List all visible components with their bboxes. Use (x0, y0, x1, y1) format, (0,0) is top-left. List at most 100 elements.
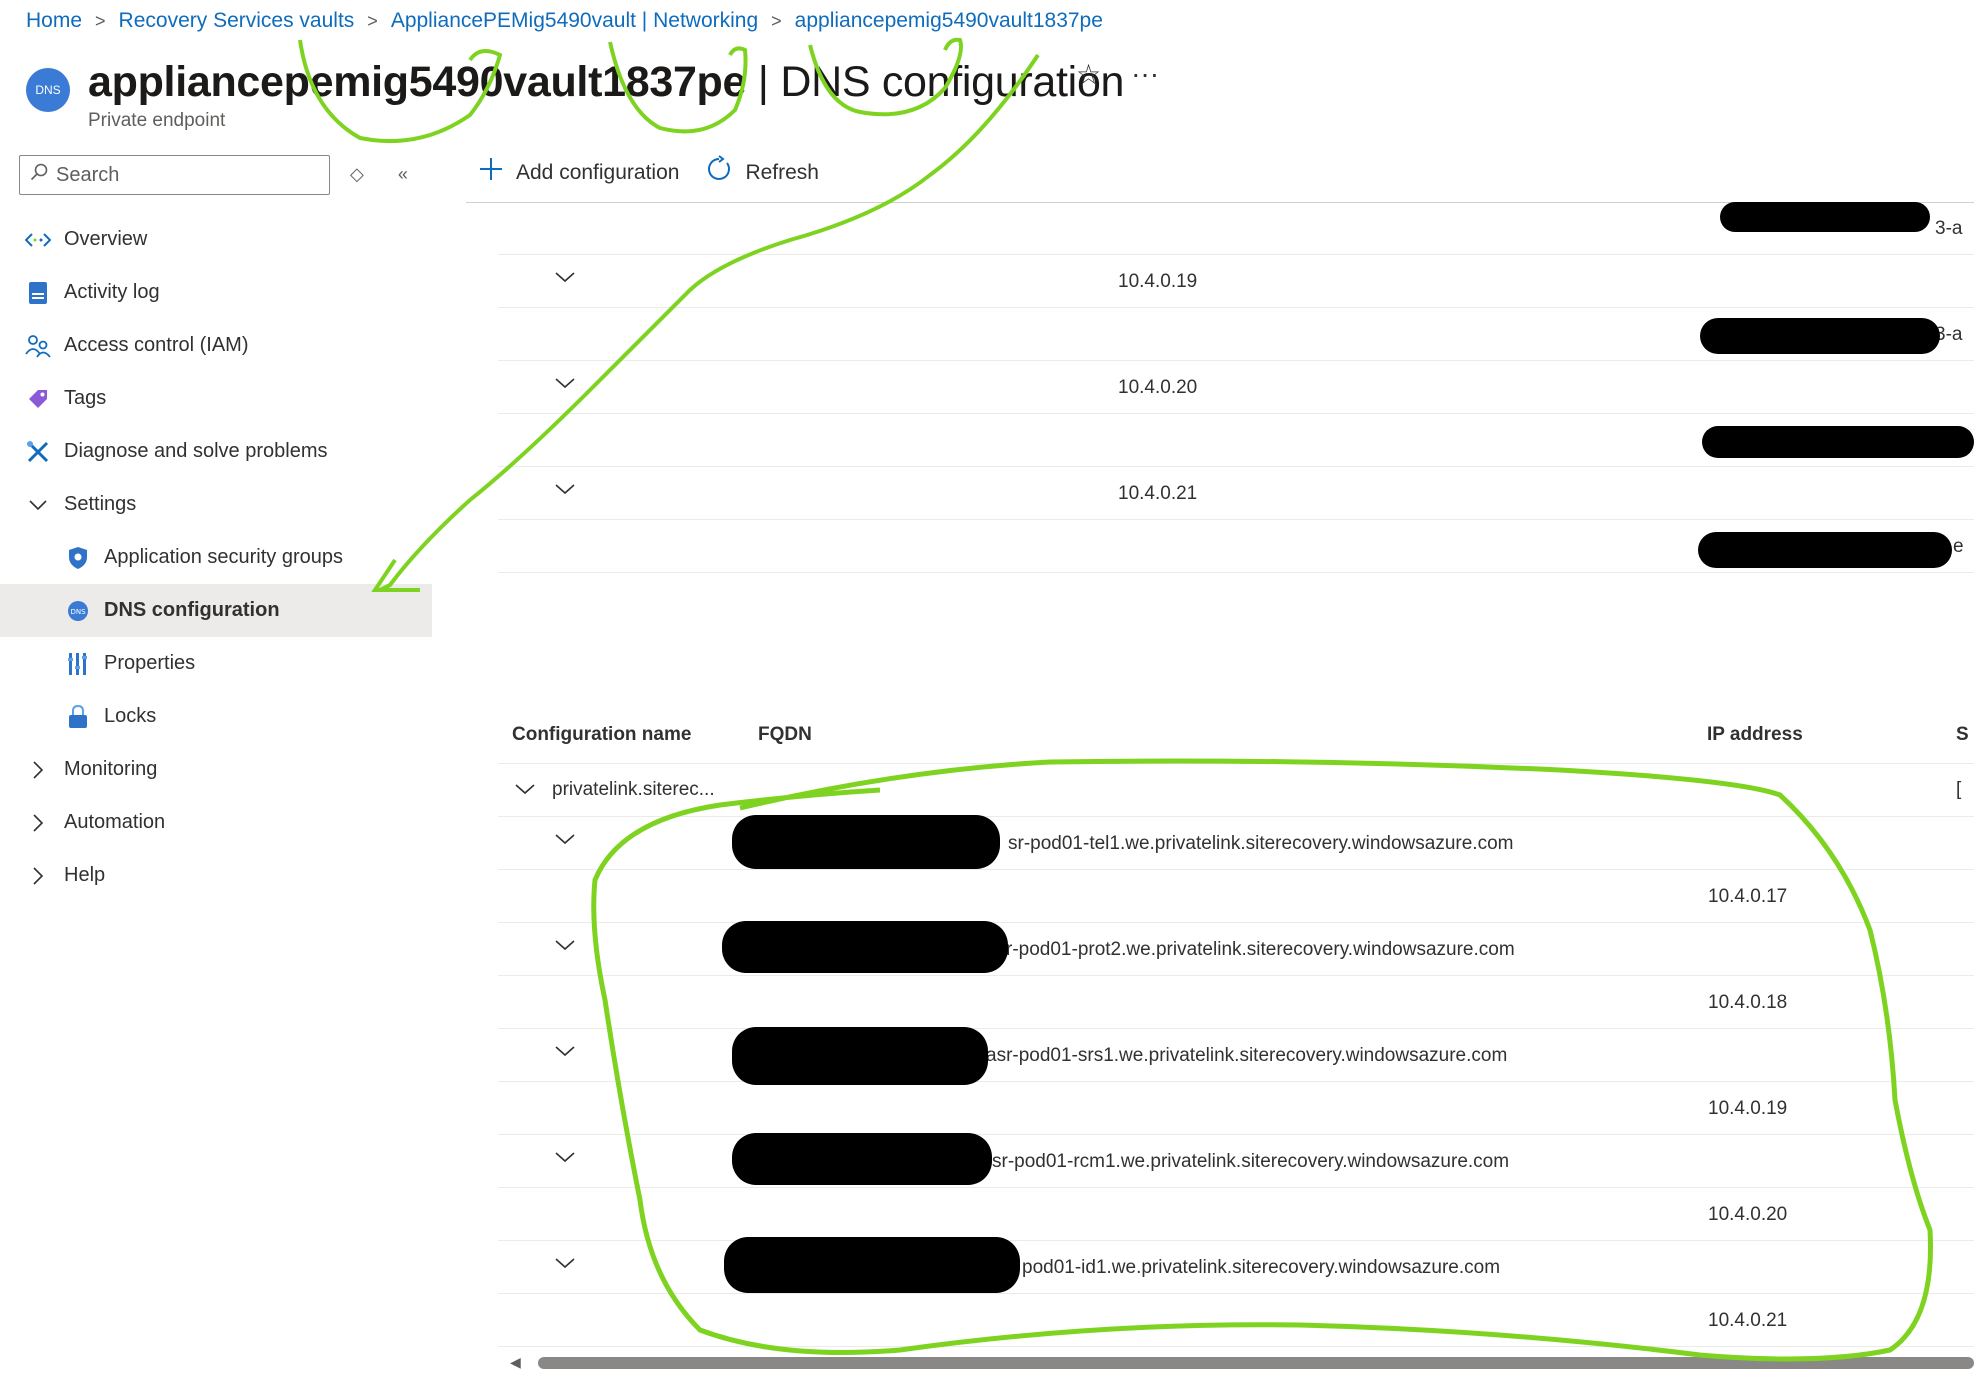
scrollbar-thumb[interactable] (538, 1357, 1974, 1369)
ip-address-cell: 10.4.0.21 (1708, 1310, 1788, 1331)
sort-icon[interactable]: ◇ (350, 164, 364, 185)
scroll-left-icon[interactable]: ◀ (510, 1354, 521, 1371)
sidebar-item-iam[interactable]: Access control (IAM) (0, 319, 432, 372)
table-row: 3-a (498, 308, 1974, 361)
redaction (1720, 202, 1930, 232)
table-row: e (498, 520, 1974, 573)
command-bar: Add configuration Refresh (478, 155, 845, 191)
dns-icon: DNS (64, 597, 92, 625)
sidebar-item-properties[interactable]: Properties (0, 637, 432, 690)
chevron-right-icon: > (771, 10, 782, 31)
ip-address-cell: 10.4.0.19 (1118, 271, 1198, 292)
column-header-cut[interactable]: S (1956, 724, 1969, 746)
sidebar-item-app-security-groups[interactable]: Application security groups (0, 531, 432, 584)
fqdn-cell: sr-pod01-tel1.we.privatelink.siterecover… (1008, 833, 1514, 854)
sidebar-search[interactable] (19, 155, 330, 195)
dns-icon: DNS (26, 68, 70, 112)
horizontal-scrollbar[interactable]: ◀ (510, 1354, 1974, 1370)
refresh-button[interactable]: Refresh (705, 155, 819, 191)
sidebar-item-dns-configuration[interactable]: DNS DNS configuration (0, 584, 432, 637)
breadcrumb-home[interactable]: Home (26, 9, 82, 33)
chevron-right-icon (24, 760, 52, 780)
sidebar-item-label: Access control (IAM) (64, 334, 249, 356)
ip-address-cell: 10.4.0.20 (1118, 377, 1198, 398)
dns-grid-bottom: Configuration name FQDN IP address S pri… (498, 710, 1974, 1347)
sidebar-item-help[interactable]: Help (0, 849, 432, 902)
breadcrumb-vault-networking[interactable]: AppliancePEMig5490vault | Networking (391, 9, 758, 33)
sidebar-item-label: Locks (104, 705, 157, 727)
search-input[interactable] (56, 163, 296, 187)
redaction (732, 1027, 988, 1085)
overview-icon (24, 226, 52, 254)
sidebar-item-locks[interactable]: Locks (0, 690, 432, 743)
sidebar-item-label: Diagnose and solve problems (64, 440, 328, 462)
chevron-down-icon[interactable] (514, 779, 536, 801)
iam-icon (24, 332, 52, 360)
ip-address-cell: 10.4.0.19 (1708, 1098, 1788, 1119)
partial-cell: 3-a (1935, 218, 1963, 239)
sidebar-item-automation[interactable]: Automation (0, 796, 432, 849)
column-header-fqdn[interactable]: FQDN (758, 724, 812, 746)
chevron-down-icon[interactable] (554, 1256, 576, 1274)
chevron-down-icon[interactable] (554, 270, 576, 288)
table-row (498, 414, 1974, 467)
redaction (722, 921, 1008, 973)
table-row: 10.4.0.18 (498, 976, 1974, 1029)
sidebar-item-monitoring[interactable]: Monitoring (0, 743, 432, 796)
ip-address-cell: 10.4.0.20 (1708, 1204, 1788, 1225)
chevron-down-icon[interactable] (554, 832, 576, 850)
sidebar-item-label: Settings (64, 493, 137, 515)
add-configuration-button[interactable]: Add configuration (478, 156, 679, 190)
column-header-ip[interactable]: IP address (1707, 724, 1803, 746)
breadcrumb-recovery-vaults[interactable]: Recovery Services vaults (119, 9, 355, 33)
table-row[interactable]: pod01-id1.we.privatelink.siterecovery.wi… (498, 1237, 1974, 1294)
chevron-down-icon[interactable] (554, 1150, 576, 1168)
table-row[interactable]: 10.4.0.19 (498, 255, 1974, 308)
dns-badge-text: DNS (35, 83, 61, 97)
svg-text:DNS: DNS (70, 608, 86, 616)
breadcrumb-private-endpoint[interactable]: appliancepemig5490vault1837pe (795, 9, 1103, 33)
sidebar-item-tags[interactable]: Tags (0, 372, 432, 425)
table-row[interactable]: 10.4.0.20 (498, 361, 1974, 414)
refresh-icon (705, 155, 733, 191)
favorite-star-icon[interactable]: ☆ (1076, 58, 1101, 91)
sidebar-item-label: Automation (64, 811, 166, 833)
sidebar-nav: Overview Activity log Access control (IA… (0, 213, 432, 902)
sidebar-item-settings[interactable]: Settings (0, 478, 432, 531)
table-row[interactable]: sr-pod01-tel1.we.privatelink.siterecover… (498, 815, 1974, 870)
sidebar-item-label: Overview (64, 228, 148, 250)
chevron-down-icon[interactable] (554, 482, 576, 500)
group-label: privatelink.siterec... (552, 779, 715, 800)
group-row[interactable]: privatelink.siterec... [ (498, 764, 1974, 817)
chevron-down-icon[interactable] (554, 1044, 576, 1062)
sidebar-item-label: Help (64, 864, 106, 886)
table-row[interactable]: r-pod01-prot2.we.privatelink.siterecover… (498, 921, 1974, 976)
chevron-down-icon[interactable] (554, 938, 576, 956)
sidebar-item-label: Tags (64, 387, 107, 409)
collapse-sidebar-icon[interactable]: « (398, 164, 408, 185)
chevron-right-icon: > (367, 10, 378, 31)
more-options-icon[interactable]: ··· (1131, 58, 1159, 91)
table-row[interactable]: asr-pod01-srs1.we.privatelink.siterecove… (498, 1027, 1974, 1085)
ip-address-cell: 10.4.0.21 (1118, 483, 1198, 504)
sidebar-item-diagnose[interactable]: Diagnose and solve problems (0, 425, 432, 478)
page-title: appliancepemig5490vault1837pe | DNS conf… (88, 56, 1124, 108)
sidebar-item-label: DNS configuration (104, 599, 280, 621)
page-header: DNS appliancepemig5490vault1837pe | DNS … (26, 56, 1124, 132)
sidebar-item-activity-log[interactable]: Activity log (0, 266, 432, 319)
table-row[interactable]: sr-pod01-rcm1.we.privatelink.siterecover… (498, 1133, 1974, 1188)
breadcrumb: Home > Recovery Services vaults > Applia… (26, 6, 1103, 36)
table-row[interactable]: 10.4.0.21 (498, 467, 1974, 520)
ip-address-cell: 10.4.0.18 (1708, 992, 1788, 1013)
chevron-right-icon (24, 866, 52, 886)
column-header-config-name[interactable]: Configuration name (512, 724, 691, 746)
activity-log-icon (24, 279, 52, 307)
redaction (1702, 426, 1974, 458)
table-row: 10.4.0.21 (498, 1294, 1974, 1347)
chevron-right-icon: > (95, 10, 106, 31)
sidebar-item-overview[interactable]: Overview (0, 213, 432, 266)
redaction (732, 815, 1000, 869)
chevron-down-icon[interactable] (554, 376, 576, 394)
plus-icon (478, 156, 504, 190)
table-row: 10.4.0.20 (498, 1188, 1974, 1241)
